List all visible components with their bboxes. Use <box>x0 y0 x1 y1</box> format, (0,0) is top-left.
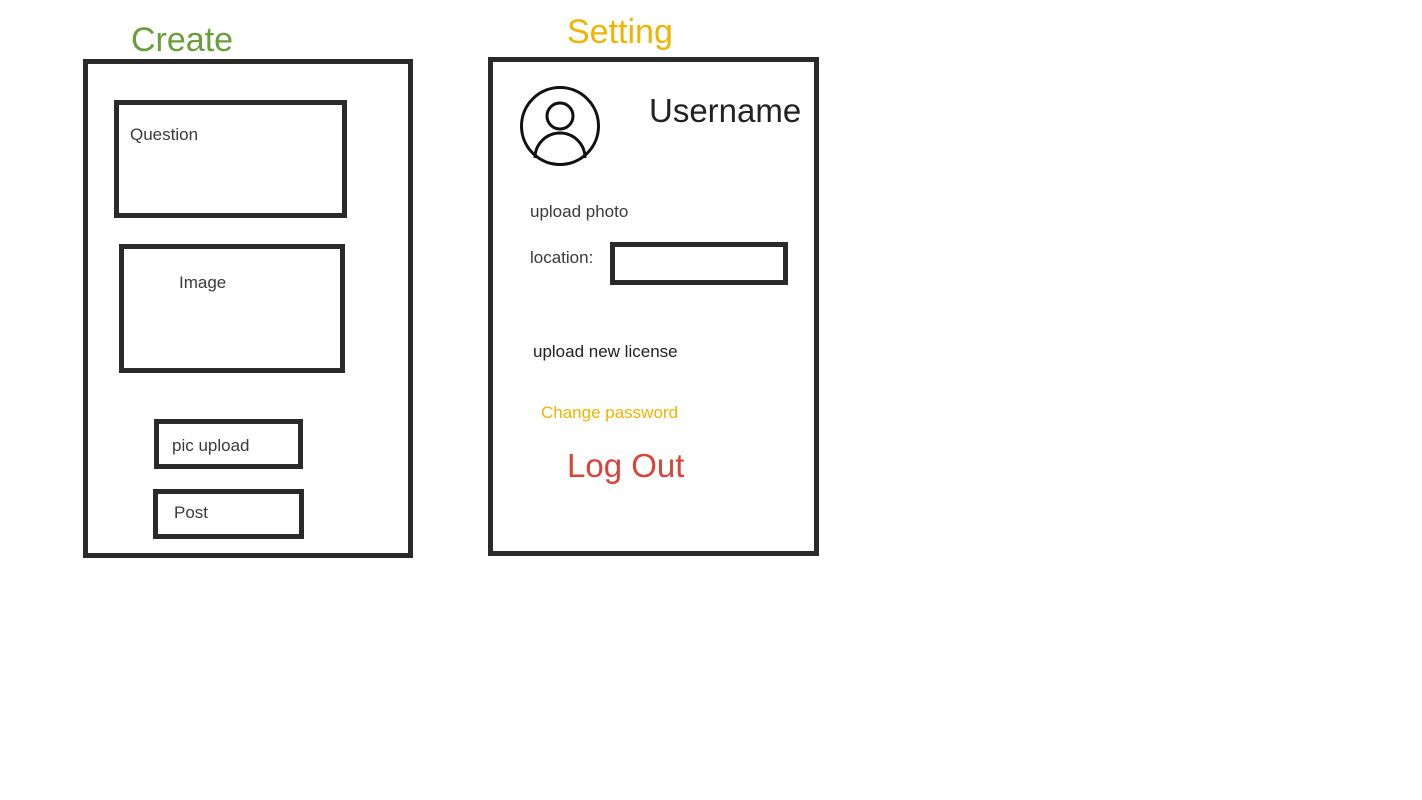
image-box[interactable] <box>119 244 345 373</box>
question-label: Question <box>130 125 199 144</box>
upload-photo-link[interactable]: upload photo <box>530 203 628 220</box>
username: Username <box>649 92 802 129</box>
post-label: Post <box>174 503 209 522</box>
user-avatar-icon[interactable] <box>519 85 601 167</box>
change-password-link[interactable]: Change password <box>541 404 678 421</box>
pic-upload-label: pic upload <box>172 436 250 455</box>
image-label: Image <box>179 273 227 292</box>
create-title: Create <box>131 21 234 59</box>
location-label: location: <box>530 248 594 267</box>
upload-license-link[interactable]: upload new license <box>533 343 678 360</box>
location-input[interactable] <box>610 242 788 285</box>
log-out-button[interactable]: Log Out <box>567 449 684 482</box>
question-input[interactable] <box>114 100 347 218</box>
setting-title: Setting <box>567 13 673 51</box>
